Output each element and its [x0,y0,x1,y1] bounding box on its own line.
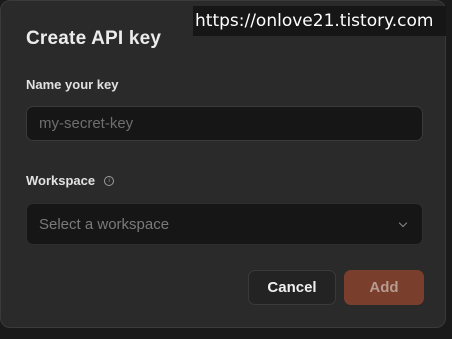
add-button[interactable]: Add [344,270,424,305]
key-name-input[interactable] [26,106,423,141]
workspace-select[interactable]: Select a workspace [26,203,423,245]
name-field-label: Name your key [26,77,119,92]
watermark-url: https://onlove21.tistory.com [193,6,446,36]
info-icon[interactable]: i [104,175,115,186]
dialog-title: Create API key [26,28,162,49]
workspace-field-label-row: Workspace i [26,173,115,188]
chevron-down-icon [398,218,408,227]
cancel-button[interactable]: Cancel [248,270,336,305]
create-api-key-dialog: Create API key Name your key Workspace i… [0,0,446,328]
workspace-field-label: Workspace [26,173,96,188]
workspace-select-placeholder: Select a workspace [39,215,170,233]
